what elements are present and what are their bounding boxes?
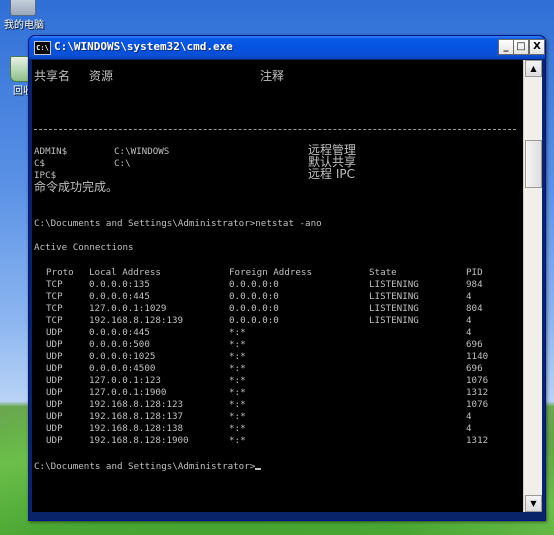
- conn-foreign: 0.0.0.0:0: [229, 279, 279, 290]
- conn-foreign: 0.0.0.0:0: [229, 303, 279, 314]
- conn-proto: TCP: [46, 291, 63, 302]
- console-output[interactable]: 共享名 资源 注释 ADMIN$ C:\WINDOWS 远程管理 C$ C:\ …: [32, 60, 523, 512]
- conn-local: 0.0.0.0:4500: [89, 363, 156, 374]
- conn-proto: UDP: [46, 423, 63, 434]
- conn-proto: TCP: [46, 303, 63, 314]
- conn-foreign: 0.0.0.0:0: [229, 315, 279, 326]
- conn-local: 192.168.8.128:1900: [89, 435, 189, 446]
- share-header-name: 共享名: [34, 69, 71, 83]
- conn-state: LISTENING: [369, 315, 419, 326]
- col-header-state: State: [369, 267, 397, 278]
- conn-pid: 4: [466, 411, 472, 422]
- conn-proto: UDP: [46, 363, 63, 374]
- share-name: C$: [34, 158, 46, 169]
- col-header-pid: PID: [466, 267, 483, 278]
- title-bar[interactable]: C:\ C:\WINDOWS\system32\cmd.exe _ □ X: [29, 36, 545, 59]
- col-header-foreign: Foreign Address: [229, 267, 312, 278]
- conn-foreign: *:*: [229, 399, 246, 410]
- conn-proto: UDP: [46, 435, 63, 446]
- conn-local: 0.0.0.0:445: [89, 327, 150, 338]
- cmd-window: C:\ C:\WINDOWS\system32\cmd.exe _ □ X 共享…: [28, 35, 546, 521]
- conn-local: 192.168.8.128:137: [89, 411, 184, 422]
- conn-proto: UDP: [46, 339, 63, 350]
- vertical-scrollbar[interactable]: ▲ ▼: [523, 60, 542, 512]
- conn-local: 127.0.0.1:123: [89, 375, 161, 386]
- share-resource: C:\: [114, 158, 131, 169]
- conn-foreign: *:*: [229, 423, 246, 434]
- conn-state: LISTENING: [369, 279, 419, 290]
- share-name: ADMIN$: [34, 146, 68, 157]
- conn-proto: UDP: [46, 399, 63, 410]
- conn-local: 0.0.0.0:445: [89, 291, 150, 302]
- minimize-button[interactable]: _: [498, 39, 514, 55]
- conn-proto: UDP: [46, 351, 63, 362]
- conn-pid: 4: [466, 315, 472, 326]
- conn-pid: 4: [466, 423, 472, 434]
- scroll-up-arrow-icon[interactable]: ▲: [525, 60, 542, 77]
- my-computer-label: 我的电脑: [4, 20, 44, 31]
- conn-local: 0.0.0.0:135: [89, 279, 150, 290]
- conn-pid: 696: [466, 363, 483, 374]
- conn-state: LISTENING: [369, 291, 419, 302]
- conn-pid: 1076: [466, 375, 489, 386]
- conn-proto: TCP: [46, 279, 63, 290]
- conn-foreign: *:*: [229, 435, 246, 446]
- conn-state: LISTENING: [369, 303, 419, 314]
- share-remark: 远程 IPC: [308, 167, 355, 181]
- conn-proto: UDP: [46, 411, 63, 422]
- conn-local: 192.168.8.128:139: [89, 315, 184, 326]
- conn-foreign: *:*: [229, 363, 246, 374]
- conn-local: 127.0.0.1:1900: [89, 387, 167, 398]
- conn-pid: 696: [466, 339, 483, 350]
- success-message: 命令成功完成。: [34, 180, 119, 194]
- conn-local: 192.168.8.128:123: [89, 399, 184, 410]
- conn-proto: UDP: [46, 375, 63, 386]
- conn-pid: 1076: [466, 399, 489, 410]
- col-header-proto: Proto: [46, 267, 74, 278]
- my-computer-icon: [10, 0, 36, 16]
- conn-local: 0.0.0.0:500: [89, 339, 150, 350]
- window-title: C:\WINDOWS\system32\cmd.exe: [54, 40, 233, 53]
- scroll-down-arrow-icon[interactable]: ▼: [525, 495, 542, 512]
- conn-proto: UDP: [46, 387, 63, 398]
- prompt-text: C:\Documents and Settings\Administrator>: [34, 461, 256, 472]
- conn-pid: 4: [466, 291, 472, 302]
- col-header-local: Local Address: [89, 267, 161, 278]
- conn-foreign: *:*: [229, 351, 246, 362]
- section-title: Active Connections: [34, 242, 134, 253]
- close-button[interactable]: X: [529, 39, 545, 55]
- conn-pid: 1312: [466, 435, 489, 446]
- conn-local: 0.0.0.0:1025: [89, 351, 156, 362]
- conn-proto: TCP: [46, 315, 63, 326]
- console-app-icon[interactable]: C:\: [34, 41, 51, 55]
- command-prompt[interactable]: C:\Documents and Settings\Administrator>: [34, 461, 262, 473]
- conn-pid: 1312: [466, 387, 489, 398]
- conn-local: 192.168.8.128:138: [89, 423, 184, 434]
- share-header-resource: 资源: [89, 69, 114, 83]
- conn-foreign: *:*: [229, 411, 246, 422]
- conn-pid: 804: [466, 303, 483, 314]
- my-computer-shortcut[interactable]: 我的电脑: [4, 0, 44, 31]
- share-header-remark: 注释: [260, 69, 285, 83]
- command-prompt: C:\Documents and Settings\Administrator>…: [34, 218, 322, 229]
- conn-foreign: *:*: [229, 327, 246, 338]
- conn-pid: 4: [466, 327, 472, 338]
- share-resource: C:\WINDOWS: [114, 146, 170, 157]
- share-divider: [34, 129, 516, 130]
- conn-pid: 1140: [466, 351, 489, 362]
- maximize-button[interactable]: □: [513, 39, 529, 55]
- conn-foreign: *:*: [229, 339, 246, 350]
- conn-foreign: 0.0.0.0:0: [229, 291, 279, 302]
- conn-foreign: *:*: [229, 375, 246, 386]
- scroll-thumb[interactable]: [525, 140, 542, 188]
- conn-proto: UDP: [46, 327, 63, 338]
- text-cursor: [255, 468, 262, 470]
- conn-foreign: *:*: [229, 387, 246, 398]
- conn-local: 127.0.0.1:1029: [89, 303, 167, 314]
- conn-pid: 984: [466, 279, 483, 290]
